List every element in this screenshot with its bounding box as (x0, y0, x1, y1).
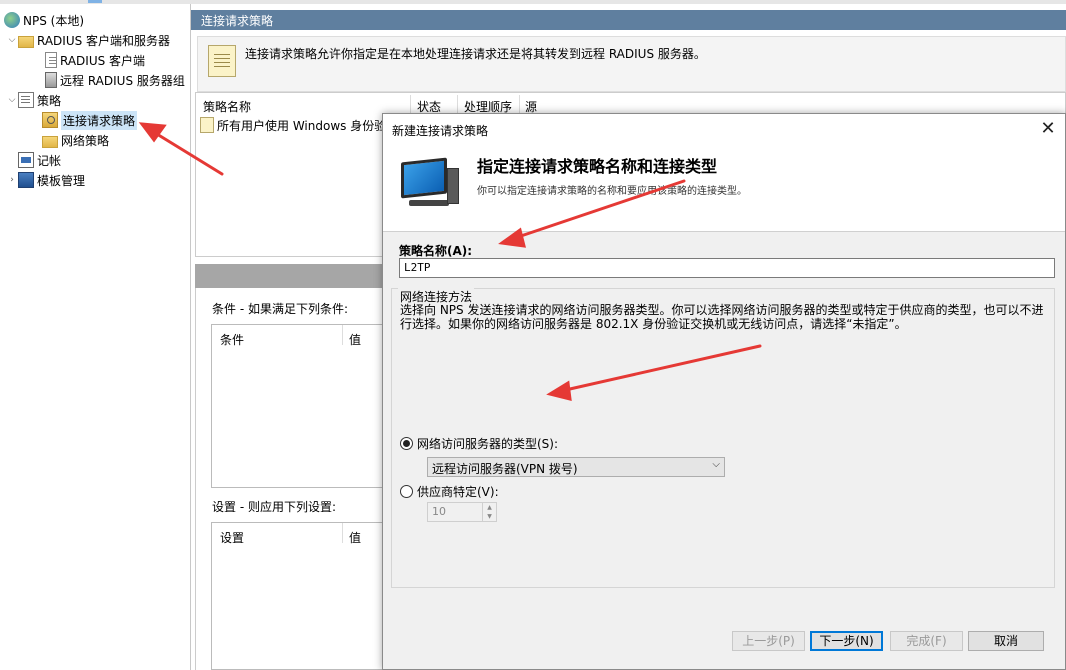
tree-node-label: 模板管理 (37, 173, 86, 188)
vendor-spin-box: 10 ▲ ▼ (427, 502, 497, 522)
server-type-radio-label[interactable]: 网络访问服务器的类型(S): (417, 435, 558, 452)
tree-node-label: 远程 RADIUS 服务器组 (60, 73, 185, 88)
finish-button[interactable]: 完成(F) (890, 631, 963, 651)
network-connection-method-group: 网络连接方法 选择向 NPS 发送连接请求的网络访问服务器类型。你可以选择网络访… (391, 288, 1055, 588)
connection-policy-icon (42, 112, 58, 128)
list-header: 策略名称 状态 处理顺序 源 (196, 95, 1065, 115)
column-divider[interactable] (342, 325, 343, 345)
policy-name-input[interactable]: L2TP (399, 258, 1055, 278)
conditions-label: 条件 - 如果满足下列条件: (212, 302, 349, 316)
tree-node-radius-clients[interactable]: RADIUS 客户端 (45, 50, 145, 70)
tree-node-templates[interactable]: › 模板管理 (6, 170, 85, 190)
conditions-grid: 条件 值 (211, 324, 411, 488)
column-divider[interactable] (342, 523, 343, 543)
column-divider[interactable] (519, 95, 520, 115)
pane-border (195, 288, 196, 670)
description-text: 连接请求策略允许你指定是在本地处理连接请求还是将其转发到远程 RADIUS 服务… (245, 47, 706, 61)
close-icon[interactable]: ✕ (1031, 114, 1065, 144)
next-button[interactable]: 下一步(N) (810, 631, 883, 651)
new-connection-request-policy-dialog: 新建连接请求策略 ✕ 指定连接请求策略名称和连接类型 你可以指定连接请求策略的名… (382, 113, 1066, 670)
tree-node-label: 记帐 (37, 153, 62, 168)
tree-node-remote-groups[interactable]: 远程 RADIUS 服务器组 (45, 70, 185, 90)
nps-globe-icon (4, 12, 20, 28)
chevron-down-icon[interactable]: ⌵ (6, 35, 18, 45)
folder-icon (18, 36, 34, 48)
computer-monitor-icon (399, 157, 459, 210)
column-header-setting[interactable]: 设置 (220, 529, 244, 546)
folder-icon (42, 136, 58, 148)
settings-grid: 设置 值 (211, 522, 411, 670)
tree-node-network-policies[interactable]: 网络策略 (42, 130, 109, 150)
tree-node-label: RADIUS 客户端 (60, 53, 146, 68)
policy-icon (18, 92, 34, 108)
group-description: 选择向 NPS 发送连接请求的网络访问服务器类型。你可以选择网络访问服务器的类型… (400, 303, 1044, 331)
tree-node-policies[interactable]: ⌵ 策略 (6, 90, 61, 110)
column-header-name[interactable]: 策略名称 (203, 98, 251, 115)
chevron-down-icon[interactable]: ⌵ (6, 95, 18, 105)
column-header-value[interactable]: 值 (349, 529, 361, 546)
vendor-value: 10 (432, 505, 446, 518)
cancel-button[interactable]: 取消 (968, 631, 1044, 651)
dialog-titlebar[interactable]: 新建连接请求策略 ✕ (383, 114, 1065, 144)
server-type-radio[interactable] (400, 437, 413, 450)
note-icon (208, 45, 236, 77)
document-icon (45, 52, 57, 68)
back-button[interactable]: 上一步(P) (732, 631, 805, 651)
spin-buttons: ▲ ▼ (482, 503, 496, 521)
policy-name-label: 策略名称(A): (399, 244, 473, 258)
tab-accent (88, 0, 102, 3)
tree-node-label: RADIUS 客户端和服务器 (37, 33, 171, 48)
tree-node-label: NPS (本地) (23, 13, 85, 28)
vendor-specific-radio[interactable] (400, 485, 413, 498)
vendor-specific-radio-label[interactable]: 供应商特定(V): (417, 483, 499, 500)
tree-node-label: 连接请求策略 (61, 110, 138, 130)
tree-node-conn-req-policies[interactable]: 连接请求策略 (42, 110, 138, 130)
template-icon (18, 172, 34, 188)
settings-label: 设置 - 则应用下列设置: (212, 500, 337, 514)
column-divider[interactable] (410, 95, 411, 115)
chevron-down-icon: ⌵ (712, 459, 720, 470)
server-type-select[interactable]: 远程访问服务器(VPN 拨号) ⌵ (427, 457, 725, 477)
policy-name: 所有用户使用 Windows 身份验证 (217, 118, 399, 133)
dialog-subheading: 你可以指定连接请求策略的名称和要应用该策略的连接类型。 (477, 186, 747, 197)
list-item[interactable]: 所有用户使用 Windows 身份验证 (200, 116, 398, 134)
column-header-value[interactable]: 值 (349, 331, 361, 348)
server-icon (45, 72, 57, 88)
tree-node-root[interactable]: NPS (本地) (4, 10, 84, 30)
tree-node-radius[interactable]: ⌵ RADIUS 客户端和服务器 (6, 30, 170, 50)
policy-icon (200, 117, 214, 133)
dialog-title: 新建连接请求策略 (392, 124, 489, 138)
description-area: 连接请求策略允许你指定是在本地处理连接请求还是将其转发到远程 RADIUS 服务… (197, 36, 1066, 92)
page-title: 连接请求策略 (191, 10, 1066, 30)
dialog-heading: 指定连接请求策略名称和连接类型 (477, 157, 718, 176)
tree-node-label: 策略 (37, 93, 62, 108)
chevron-right-icon[interactable]: › (6, 175, 18, 185)
console-tree: NPS (本地) ⌵ RADIUS 客户端和服务器 RADIUS 客户端 远程 … (0, 4, 191, 670)
column-divider[interactable] (457, 95, 458, 115)
tree-node-label: 网络策略 (61, 133, 110, 148)
column-header-condition[interactable]: 条件 (220, 331, 244, 348)
dialog-header: 指定连接请求策略名称和连接类型 你可以指定连接请求策略的名称和要应用该策略的连接… (383, 144, 1065, 232)
server-type-value: 远程访问服务器(VPN 拨号) (432, 462, 578, 476)
log-icon (18, 152, 34, 168)
tree-node-accounting[interactable]: 记帐 (18, 150, 61, 170)
